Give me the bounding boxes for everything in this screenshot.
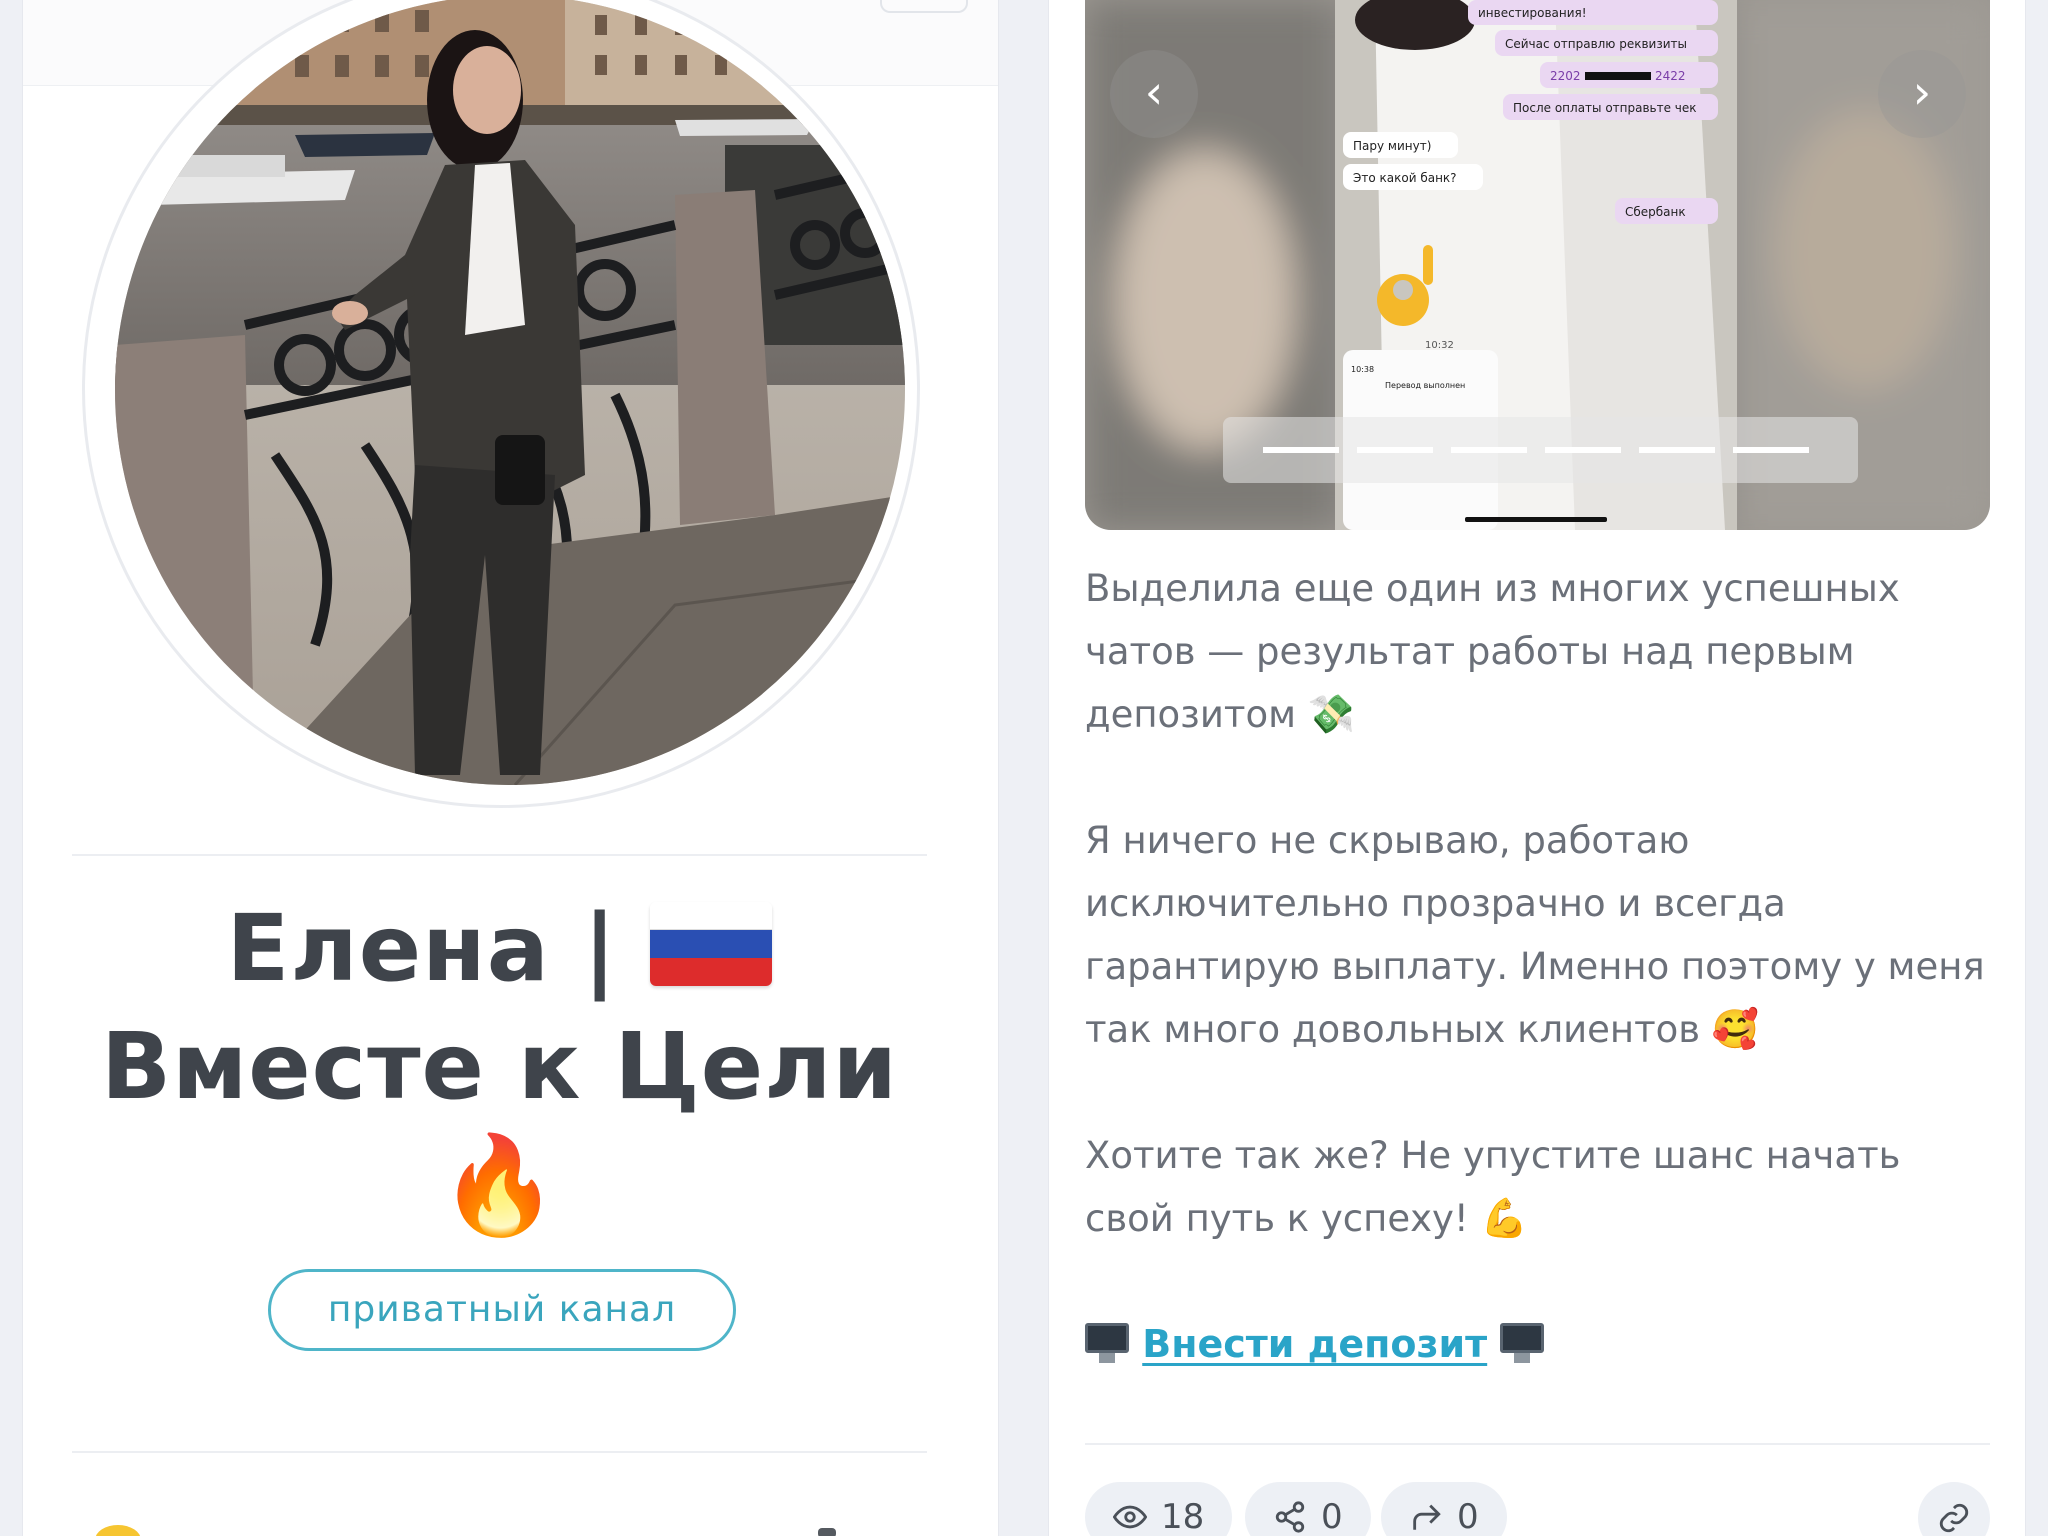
monitor-icon [1500,1323,1545,1363]
forwards-count: 0 [1457,1497,1479,1536]
chevron-left-icon: ‹ [1144,65,1164,119]
post-text: Выделила еще один из многих успешных чат… [1085,557,1995,1250]
svg-text:Перевод выполнен: Перевод выполнен [1385,381,1465,390]
post-carousel-image[interactable]: инвестирования! Сейчас отправлю реквизит… [1085,0,1990,530]
profile-divider-top [72,854,927,856]
post-paragraph: Хотите так же? Не упустите шанс начать с… [1085,1134,1901,1240]
svg-text:Сбербанк: Сбербанк [1625,205,1686,219]
svg-text:Пару минут): Пару минут) [1353,139,1431,153]
profile-divider-bottom [72,1451,927,1453]
fire-icon: 🔥 [439,1129,560,1241]
smiling-hearts-icon: 🥰 [1711,1007,1760,1051]
views-button[interactable]: 18 [1085,1482,1233,1536]
share-icon [1275,1501,1305,1533]
deposit-line: Внести депозит [1085,1313,1545,1376]
share-button[interactable]: 0 [1245,1482,1371,1536]
avatar[interactable] [115,0,905,785]
private-channel-button[interactable]: приватный канал [268,1269,736,1351]
svg-text:2202: 2202 [1550,69,1581,83]
chevron-right-icon: › [1912,65,1932,119]
shares-count: 0 [1321,1497,1343,1536]
svg-text:10:32: 10:32 [1425,340,1454,351]
carousel-next-button[interactable]: › [1878,50,1966,138]
svg-text:2422: 2422 [1655,69,1686,83]
forward-button[interactable]: 0 [1381,1482,1507,1536]
svg-text:10:38: 10:38 [1351,365,1374,374]
title-line2: Вместе к Цели [100,1013,899,1120]
views-count: 18 [1161,1497,1205,1536]
muscle-icon: 💪 [1480,1196,1528,1240]
deposit-link[interactable]: Внести депозит [1142,1322,1487,1366]
post-divider [1085,1443,1990,1445]
svg-text:инвестирования!: инвестирования! [1478,6,1587,20]
carousel-prev-button[interactable]: ‹ [1110,50,1198,138]
russia-flag-icon [650,902,773,986]
post-paragraph: Выделила еще один из многих успешных чат… [1085,567,1900,736]
svg-text:После оплаты отправьте чек: После оплаты отправьте чек [1513,101,1697,115]
post-paragraph: Я ничего не скрываю, работаю исключитель… [1085,819,1985,1051]
monitor-icon [1085,1323,1129,1363]
forward-icon [1413,1504,1441,1530]
svg-text:Это какой банк?: Это какой банк? [1353,171,1457,185]
profile-title: Елена | Вместе к Цели 🔥 [72,890,927,1246]
money-icon: 💸 [1307,692,1356,736]
eye-icon [1113,1505,1147,1529]
header-menu-button[interactable] [880,0,968,13]
svg-text:Сейчас отправлю реквизиты: Сейчас отправлю реквизиты [1505,37,1687,51]
title-line1: Елена | [226,895,618,1002]
link-icon [1939,1503,1969,1533]
partial-icon [818,1528,836,1536]
